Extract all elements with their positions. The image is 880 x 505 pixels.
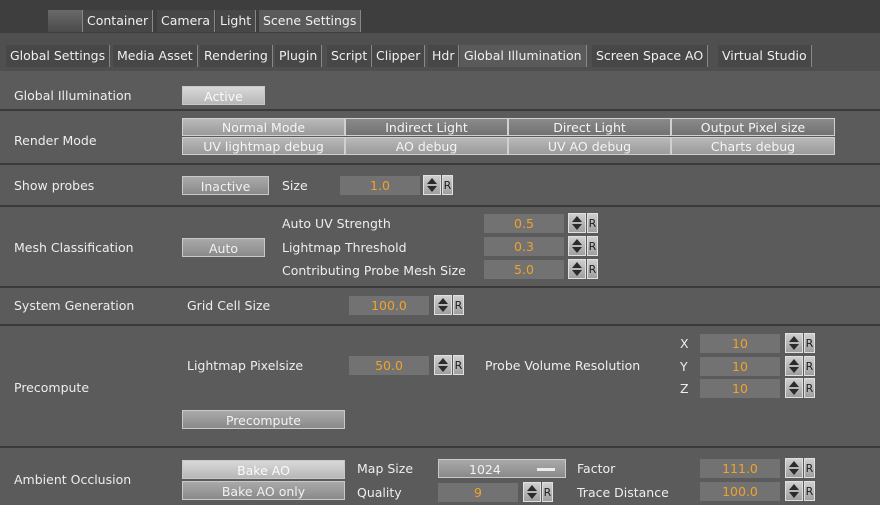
tab-global-illumination[interactable]: Global Illumination	[460, 45, 587, 67]
tab-rendering[interactable]: Rendering	[200, 45, 273, 67]
resolution-y-spinner-icon[interactable]	[785, 356, 803, 376]
tab-global-settings[interactable]: Global Settings	[6, 45, 111, 67]
resolution-x-value[interactable]: 10	[700, 334, 780, 353]
probe-size-spinner-icon[interactable]	[423, 175, 441, 195]
render-mode-uv-lightmap-debug[interactable]: UV lightmap debug	[182, 137, 345, 155]
resolution-z-reset-button[interactable]: R	[804, 378, 815, 398]
trace-distance-spinner-icon[interactable]	[785, 481, 803, 501]
resolution-z-label: Z	[680, 381, 689, 396]
factor-label: Factor	[577, 461, 616, 476]
dropdown-bar-icon	[537, 468, 555, 471]
sub-tab-bar: Global Settings Media Asset Rendering Pl…	[0, 33, 880, 71]
auto-uv-strength-reset-button[interactable]: R	[587, 213, 598, 233]
map-size-label: Map Size	[357, 461, 414, 476]
quality-spinner-icon[interactable]	[523, 482, 541, 502]
factor-value[interactable]: 111.0	[700, 459, 780, 478]
show-probes-label: Show probes	[14, 178, 95, 193]
factor-reset-button[interactable]: R	[804, 458, 815, 478]
render-mode-indirect-light[interactable]: Indirect Light	[345, 118, 508, 136]
mesh-classification-auto-button[interactable]: Auto	[182, 238, 265, 257]
render-mode-ao-debug[interactable]: AO debug	[345, 137, 508, 155]
lightmap-threshold-value[interactable]: 0.3	[484, 237, 564, 256]
lightmap-pixelsize-spinner-icon[interactable]	[434, 355, 452, 375]
resolution-x-spinner-icon[interactable]	[785, 333, 803, 353]
tab-script[interactable]: Script	[327, 45, 373, 67]
tab-clipper[interactable]: Clipper	[372, 45, 426, 67]
ambient-occlusion-label: Ambient Occlusion	[14, 472, 132, 487]
precompute-button[interactable]: Precompute	[182, 410, 345, 429]
resolution-z-spinner-icon[interactable]	[785, 378, 803, 398]
auto-uv-strength-value[interactable]: 0.5	[484, 214, 564, 233]
auto-uv-strength-spinner-icon[interactable]	[568, 213, 586, 233]
lightmap-threshold-reset-button[interactable]: R	[587, 236, 598, 256]
tab-plugin[interactable]: Plugin	[275, 45, 323, 67]
trace-distance-label: Trace Distance	[577, 485, 669, 500]
tab-blank[interactable]	[48, 10, 83, 32]
trace-distance-reset-button[interactable]: R	[804, 481, 815, 501]
probe-mesh-size-label: Contributing Probe Mesh Size	[282, 263, 466, 278]
tab-screen-space-ao[interactable]: Screen Space AO	[592, 45, 709, 67]
render-mode-normal[interactable]: Normal Mode	[182, 118, 345, 136]
resolution-x-reset-button[interactable]: R	[804, 333, 815, 353]
auto-uv-strength-label: Auto UV Strength	[282, 216, 391, 231]
precompute-label: Precompute	[14, 380, 90, 395]
tab-scene-settings[interactable]: Scene Settings	[259, 10, 362, 32]
bake-ao-button[interactable]: Bake AO	[182, 460, 345, 479]
trace-distance-value[interactable]: 100.0	[700, 482, 780, 501]
tab-camera[interactable]: Camera	[157, 10, 216, 32]
separator	[0, 286, 880, 288]
resolution-z-value[interactable]: 10	[700, 379, 780, 398]
map-size-dropdown[interactable]: 1024	[438, 459, 566, 478]
lightmap-pixelsize-value[interactable]: 50.0	[349, 356, 429, 375]
grid-cell-size-label: Grid Cell Size	[187, 298, 271, 313]
separator	[0, 324, 880, 326]
quality-value[interactable]: 9	[438, 483, 518, 502]
resolution-x-label: X	[680, 336, 689, 351]
separator	[0, 205, 880, 207]
probe-volume-resolution-label: Probe Volume Resolution	[485, 358, 641, 373]
render-mode-direct-light[interactable]: Direct Light	[508, 118, 671, 136]
top-tab-bar: Container Camera Light Scene Settings	[0, 0, 880, 33]
probe-size-value[interactable]: 1.0	[340, 176, 420, 195]
quality-reset-button[interactable]: R	[542, 482, 553, 502]
separator	[0, 163, 880, 165]
tab-virtual-studio[interactable]: Virtual Studio	[718, 45, 812, 67]
probe-mesh-size-value[interactable]: 5.0	[484, 260, 564, 279]
probe-size-reset-button[interactable]: R	[442, 175, 453, 195]
tab-media-asset[interactable]: Media Asset	[113, 45, 198, 67]
separator	[0, 446, 880, 448]
lightmap-pixelsize-reset-button[interactable]: R	[453, 355, 464, 375]
grid-cell-size-value[interactable]: 100.0	[349, 296, 429, 315]
show-probes-button[interactable]: Inactive	[182, 176, 269, 195]
map-size-value: 1024	[469, 462, 501, 477]
global-illumination-label: Global Illumination	[14, 88, 132, 103]
system-generation-label: System Generation	[14, 298, 135, 313]
tab-hdr[interactable]: Hdr	[428, 45, 460, 67]
render-mode-charts-debug[interactable]: Charts debug	[671, 137, 835, 155]
separator	[0, 109, 880, 111]
probe-mesh-size-reset-button[interactable]: R	[587, 259, 598, 279]
render-mode-label: Render Mode	[14, 133, 97, 148]
resolution-y-value[interactable]: 10	[700, 357, 780, 376]
grid-cell-size-reset-button[interactable]: R	[453, 295, 464, 315]
render-mode-output-pixel-size[interactable]: Output Pixel size	[671, 118, 835, 136]
resolution-y-reset-button[interactable]: R	[804, 356, 815, 376]
lightmap-threshold-spinner-icon[interactable]	[568, 236, 586, 256]
resolution-y-label: Y	[680, 359, 688, 374]
global-illumination-active-button[interactable]: Active	[182, 86, 265, 105]
quality-label: Quality	[357, 485, 402, 500]
lightmap-threshold-label: Lightmap Threshold	[282, 240, 407, 255]
bake-ao-only-button[interactable]: Bake AO only	[182, 481, 345, 500]
mesh-classification-label: Mesh Classification	[14, 240, 134, 255]
tab-container[interactable]: Container	[83, 10, 154, 32]
render-mode-uv-ao-debug[interactable]: UV AO debug	[508, 137, 671, 155]
factor-spinner-icon[interactable]	[785, 458, 803, 478]
lightmap-pixelsize-label: Lightmap Pixelsize	[187, 358, 304, 373]
tab-light[interactable]: Light	[216, 10, 257, 32]
probe-size-label: Size	[282, 178, 308, 193]
grid-cell-size-spinner-icon[interactable]	[434, 295, 452, 315]
probe-mesh-size-spinner-icon[interactable]	[568, 259, 586, 279]
